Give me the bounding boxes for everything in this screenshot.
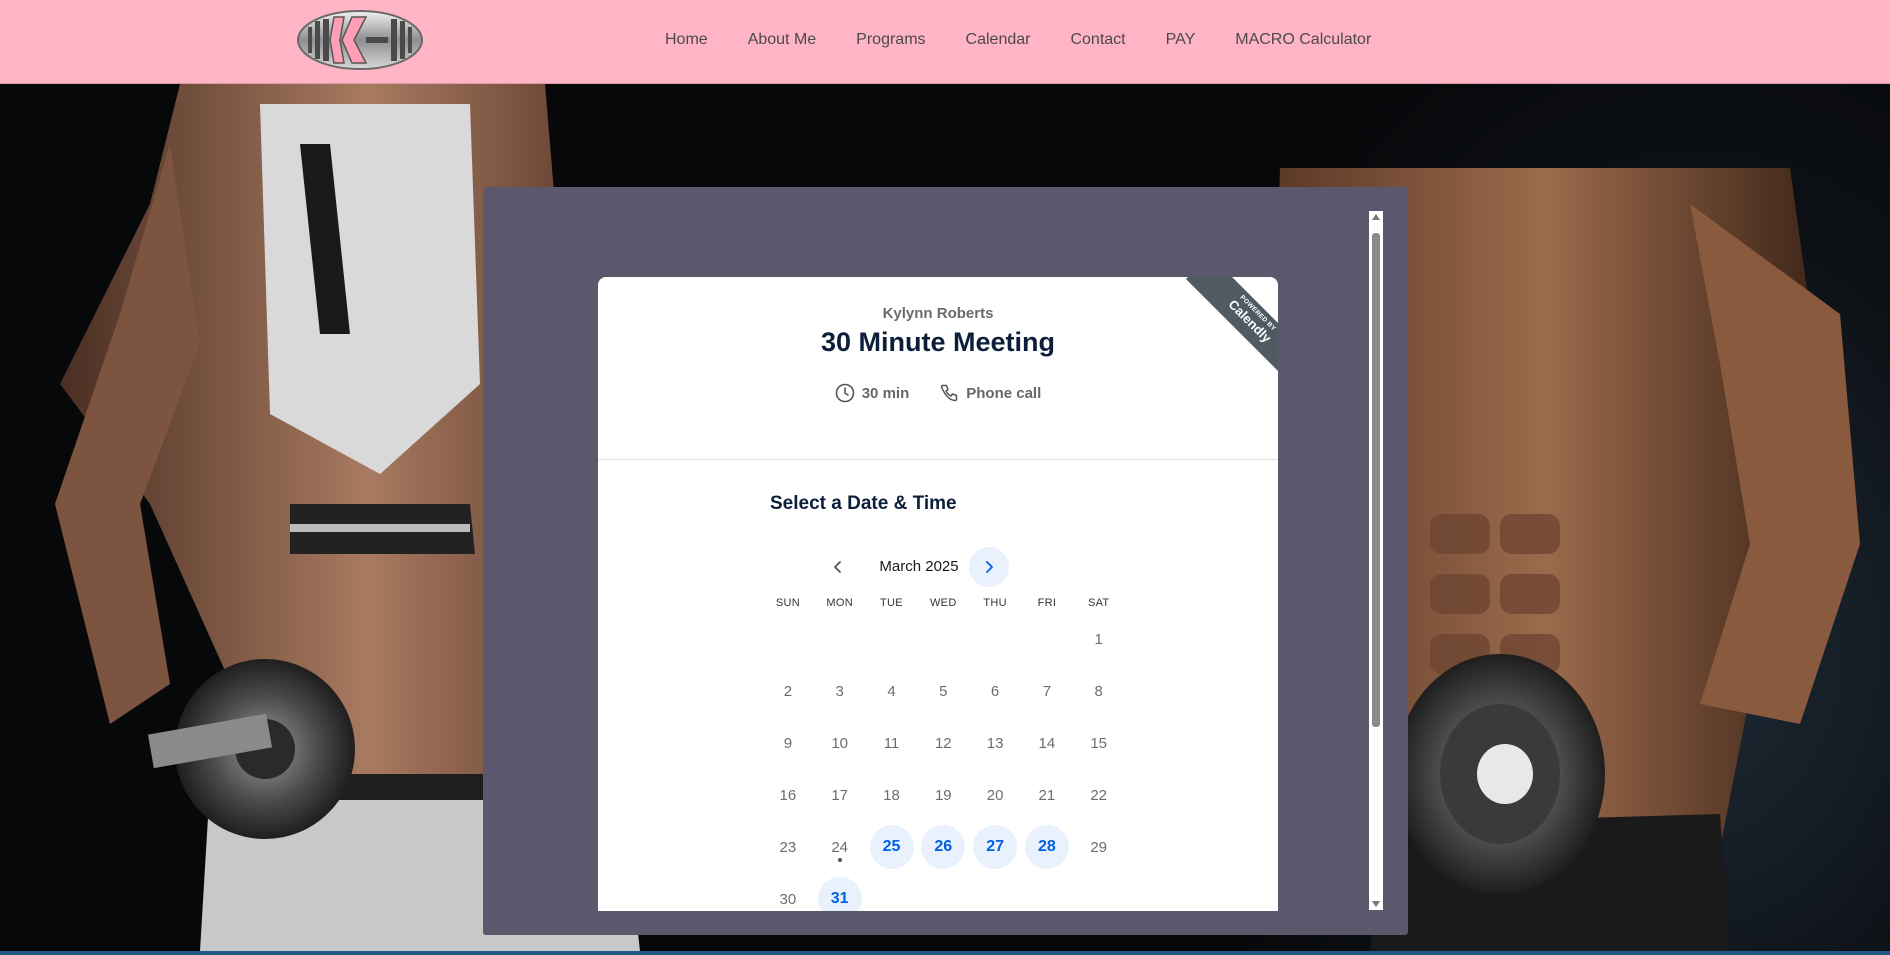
embed-scrollbar[interactable] bbox=[1369, 211, 1383, 910]
page-bottom-strip bbox=[0, 951, 1890, 955]
calendar-day: 22 bbox=[1090, 786, 1108, 804]
previous-month-button[interactable] bbox=[818, 547, 858, 587]
calendar-day: 17 bbox=[831, 786, 849, 804]
today-indicator-dot bbox=[837, 858, 842, 862]
weekday-fri: FRI bbox=[1037, 597, 1057, 609]
clock-icon bbox=[835, 383, 855, 403]
calendar-day: 20 bbox=[986, 786, 1004, 804]
calendar-day-available[interactable]: 25 bbox=[869, 825, 914, 869]
event-title: 30 Minute Meeting bbox=[820, 327, 1056, 357]
event-details: 30 min Phone call bbox=[598, 383, 1278, 403]
calendar-day: 15 bbox=[1090, 734, 1108, 752]
chevron-right-icon bbox=[986, 561, 993, 573]
calendar-day: 29 bbox=[1090, 838, 1108, 856]
nav-macro-calculator[interactable]: MACRO Calculator bbox=[1235, 31, 1371, 49]
card-divider bbox=[598, 459, 1278, 460]
weekday-wed: WED bbox=[930, 597, 957, 609]
calendar-day: 1 bbox=[1094, 630, 1103, 648]
calendar-day-available[interactable]: 27 bbox=[973, 825, 1018, 869]
weekday-tue: TUE bbox=[880, 597, 903, 609]
calendar-day: 23 bbox=[779, 838, 797, 856]
phone-icon bbox=[941, 384, 958, 402]
weekday-sun: SUN bbox=[775, 597, 800, 609]
nav-about-me[interactable]: About Me bbox=[748, 31, 816, 49]
host-name: Kylynn Roberts bbox=[882, 305, 994, 322]
calendar-day: 3 bbox=[835, 682, 844, 700]
calendar-day: 21 bbox=[1038, 786, 1056, 804]
calendar-day: 12 bbox=[934, 734, 952, 752]
weekday-thu: THU bbox=[983, 597, 1007, 609]
calendar-day: 24 bbox=[818, 825, 862, 869]
weekday-sat: SAT bbox=[1087, 597, 1110, 609]
scrollbar-thumb[interactable] bbox=[1372, 233, 1380, 727]
weekday-header: SUN MON TUE WED THU FRI SAT bbox=[762, 597, 1125, 609]
calendar-day-available[interactable]: 28 bbox=[1024, 825, 1069, 869]
next-month-button[interactable] bbox=[969, 547, 1009, 587]
site-header: Home About Me Programs Calendar Contact … bbox=[0, 0, 1890, 84]
calendar-day: 7 bbox=[1042, 682, 1052, 700]
calendar-day-available[interactable]: 31 bbox=[817, 877, 862, 911]
chevron-left-icon bbox=[834, 561, 841, 573]
scroll-up-arrow-icon[interactable] bbox=[1372, 214, 1380, 220]
calendar-day: 16 bbox=[779, 786, 797, 804]
calendar-day: 10 bbox=[831, 734, 849, 752]
booking-card: POWERED BY Calendly Kylynn Roberts 30 Mi… bbox=[598, 277, 1278, 911]
nav-calendar[interactable]: Calendar bbox=[966, 31, 1031, 49]
kk-dumbbell-logo-icon[interactable] bbox=[296, 9, 424, 71]
weekday-mon: MON bbox=[826, 597, 853, 609]
event-duration: 30 min bbox=[835, 383, 910, 403]
calendar-day: 19 bbox=[934, 786, 952, 804]
location-text: Phone call bbox=[966, 384, 1042, 402]
calendar-day: 8 bbox=[1094, 682, 1103, 700]
nav-home[interactable]: Home bbox=[665, 31, 708, 49]
current-month-label: March 2025 bbox=[879, 558, 959, 575]
scroll-down-arrow-icon[interactable] bbox=[1372, 901, 1380, 907]
duration-text: 30 min bbox=[861, 384, 910, 402]
calendar-day: 4 bbox=[887, 682, 896, 700]
calendar-day: 5 bbox=[939, 682, 948, 700]
calendar-day: 14 bbox=[1038, 734, 1056, 752]
select-date-heading: Select a Date & Time bbox=[770, 493, 957, 514]
calendar-day: 2 bbox=[783, 682, 793, 700]
month-navigator: March 2025 bbox=[818, 547, 1058, 587]
calendar-grid: SUN MON TUE WED THU FRI SAT 1 2 3 4 5 6 7 8 9 10 1… bbox=[762, 597, 1125, 911]
main-nav: Home About Me Programs Calendar Contact … bbox=[665, 0, 1371, 80]
calendar-day: 9 bbox=[783, 734, 793, 752]
nav-programs[interactable]: Programs bbox=[856, 31, 925, 49]
calendar-day: 11 bbox=[883, 734, 900, 752]
calendar-day-available[interactable]: 26 bbox=[921, 825, 966, 869]
calendar-day: 18 bbox=[883, 786, 900, 804]
calendar-day: 13 bbox=[986, 734, 1004, 752]
calendar-day: 6 bbox=[990, 682, 1000, 700]
nav-pay[interactable]: PAY bbox=[1166, 31, 1196, 49]
calendar-day: 30 bbox=[779, 890, 797, 908]
nav-contact[interactable]: Contact bbox=[1070, 31, 1125, 49]
event-location: Phone call bbox=[939, 383, 1041, 403]
